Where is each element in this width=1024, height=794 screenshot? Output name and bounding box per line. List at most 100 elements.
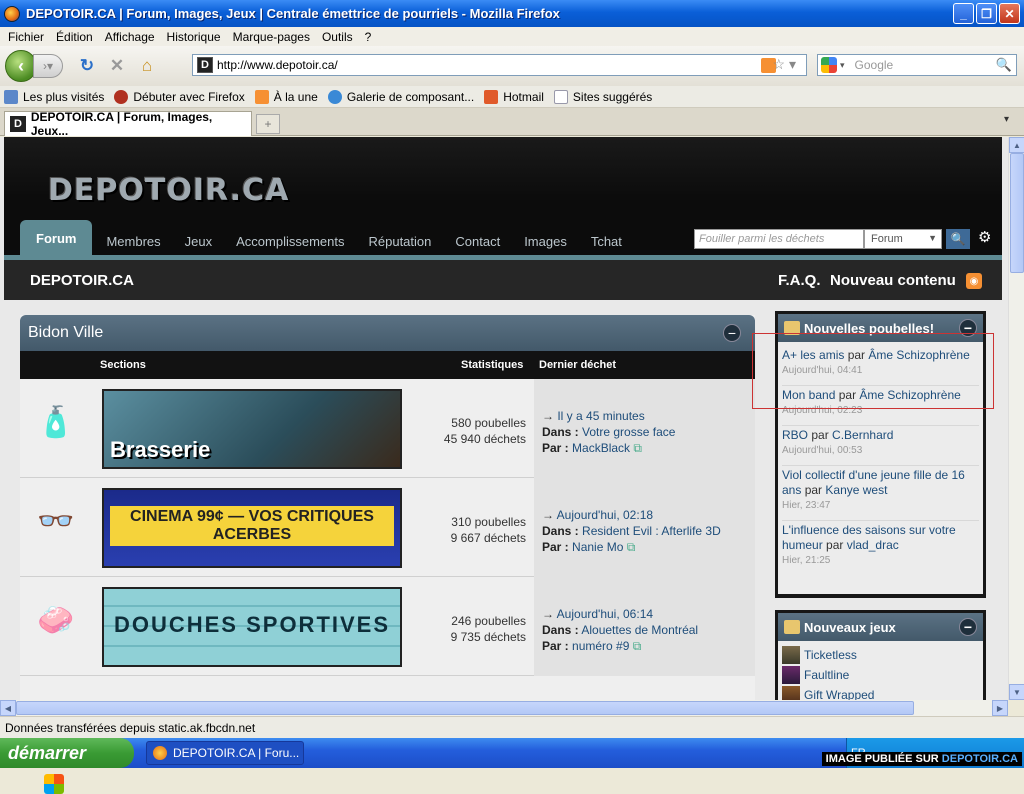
collapse-icon[interactable]: − [723,324,741,342]
nav-forum[interactable]: Forum [20,220,93,256]
list-item: L'influence des saisons sur votre humeur… [782,521,979,572]
forum-banner-douches[interactable]: DOUCHES SPORTIVES [102,587,402,667]
scroll-down-icon[interactable]: ▼ [1009,684,1024,700]
menu-outils[interactable]: Outils [322,30,353,44]
profile-link-icon[interactable]: ⧉ [633,639,642,653]
menu-fichier[interactable]: Fichier [8,30,44,44]
bookmark-star-icon[interactable]: ☆ ▾ [773,56,796,73]
close-button[interactable]: ✕ [999,3,1020,24]
stop-icon[interactable]: ✕ [107,56,127,76]
scroll-right-icon[interactable]: ▶ [992,700,1008,716]
vertical-scrollbar[interactable]: ▲ ▼ [1008,137,1024,700]
bookmark-galerie[interactable]: Galerie de composant... [327,89,474,104]
horizontal-scrollbar[interactable]: ◀ ▶ [0,700,1008,716]
magnifier-icon[interactable]: 🔍 [996,57,1012,73]
tab-list-icon[interactable]: ▾ [1004,114,1020,132]
last-post-topic[interactable]: Resident Evil : Afterlife 3D [582,524,721,538]
menu-historique[interactable]: Historique [167,30,221,44]
last-post-topic[interactable]: Votre grosse face [582,425,675,439]
google-icon[interactable] [821,57,837,73]
site-nav: Forum Membres Jeux Accomplissements Répu… [20,220,646,256]
sidebar-new-games: Nouveaux jeux − Ticketless Faultline Gif… [775,610,986,700]
game-name[interactable]: Faultline [804,668,849,682]
last-post-time[interactable]: Aujourd'hui, 02:18 [557,508,653,522]
nav-jeux[interactable]: Jeux [185,226,212,256]
last-post-time[interactable]: Il y a 45 minutes [557,409,644,423]
last-post-time[interactable]: Aujourd'hui, 06:14 [557,607,653,621]
scroll-thumb[interactable] [1010,153,1024,273]
author-link[interactable]: C.Bernhard [832,428,893,442]
profile-link-icon[interactable]: ⧉ [633,441,642,455]
home-icon[interactable]: ⌂ [137,56,157,76]
bookmark-hotmail[interactable]: Hotmail [484,89,544,104]
game-item[interactable]: Faultline [782,665,979,685]
tab-depotoir[interactable]: D DEPOTOIR.CA | Forum, Images, Jeux... [4,110,252,138]
folder-icon [4,89,18,104]
scroll-left-icon[interactable]: ◀ [0,700,16,716]
sidebar-title: Nouveaux jeux [804,619,896,635]
scroll-up-icon[interactable]: ▲ [1009,137,1024,153]
minimize-button[interactable]: _ [953,3,974,24]
game-name[interactable]: Gift Wrapped [804,688,874,700]
search-placeholder[interactable]: Google [855,58,894,72]
category-title[interactable]: Bidon Ville [28,324,103,342]
search-engine-dropdown-icon[interactable]: ▾ [840,60,845,71]
forum-banner-cinema[interactable]: CINEMA 99¢ — VOS CRITIQUES ACERBES [102,488,402,568]
profile-link-icon[interactable]: ⧉ [627,540,636,554]
bookmark-debuter[interactable]: Débuter avec Firefox [114,89,245,104]
search-scope-select[interactable]: Forum ▼ [864,229,942,249]
game-item[interactable]: Gift Wrapped [782,685,979,700]
game-thumbnail [782,686,800,700]
search-box[interactable]: ▾ Google 🔍 [817,54,1017,76]
nav-tchat[interactable]: Tchat [591,226,622,256]
faq-link[interactable]: F.A.Q. [778,272,821,289]
bookmark-label: Sites suggérés [572,89,653,104]
gear-icon[interactable]: ⚙ [978,228,991,246]
author-link[interactable]: Kanye west [825,483,887,497]
nav-membres[interactable]: Membres [106,226,160,256]
nav-images[interactable]: Images [524,226,567,256]
last-post-author[interactable]: Nanie Mo [572,540,623,554]
site-search-input[interactable]: Fouiller parmi les déchets [694,229,864,249]
topic-link[interactable]: RBO [782,428,808,442]
menu-affichage[interactable]: Affichage [105,30,155,44]
bookmark-les-plus-visites[interactable]: Les plus visités [4,89,104,104]
site-logo[interactable]: DEPOTOIR.CA [48,173,289,208]
scroll-thumb[interactable] [16,701,914,715]
start-button[interactable]: démarrer [0,738,134,794]
column-headers: Sections Statistiques Dernier déchet [20,351,755,379]
brand-title[interactable]: DEPOTOIR.CA [30,272,134,289]
site-search-button[interactable]: 🔍 [946,229,970,249]
game-name[interactable]: Ticketless [804,648,857,662]
last-post-topic[interactable]: Alouettes de Montréal [581,623,698,637]
nav-accomplissements[interactable]: Accomplissements [236,226,344,256]
window-titlebar: DEPOTOIR.CA | Forum, Images, Jeux | Cent… [0,0,1024,27]
bookmark-a-la-une[interactable]: À la une [254,89,318,104]
new-tab-button[interactable]: + [256,114,280,134]
taskbar-firefox-window[interactable]: DEPOTOIR.CA | Foru... [146,741,304,765]
menu-edition[interactable]: Édition [56,30,93,44]
forum-banner-brasserie[interactable]: Brasserie [102,389,402,469]
author-link[interactable]: vlad_drac [847,538,899,552]
menu-marque-pages[interactable]: Marque-pages [233,30,310,44]
forum-row: 🧴 Brasserie 580 poubelles 45 940 déchets … [20,379,755,478]
bookmark-sites-suggeres[interactable]: Sites suggérés [553,89,653,104]
game-item[interactable]: Ticketless [782,645,979,665]
last-post-author[interactable]: numéro #9 [572,639,629,653]
new-content-link[interactable]: Nouveau contenu [830,272,956,289]
site-header: DEPOTOIR.CA Forum Membres Jeux Accomplis… [4,137,1002,259]
nav-contact[interactable]: Contact [455,226,500,256]
maximize-button[interactable]: ❐ [976,3,997,24]
status-text: Données transférées depuis static.ak.fbc… [5,720,256,735]
collapse-icon[interactable]: − [959,618,977,636]
url-text[interactable]: http://www.depotoir.ca/ [217,58,338,72]
posts-count: 310 poubelles [451,515,526,529]
nav-reputation[interactable]: Réputation [368,226,431,256]
last-post-author[interactable]: MackBlack [572,441,630,455]
trash-icon [784,620,800,634]
reload-icon[interactable]: ↻ [77,56,97,76]
rss-icon[interactable]: ◉ [966,273,982,289]
forward-button[interactable]: ›▾ [33,54,63,78]
url-bar[interactable]: D http://www.depotoir.ca/ ☆ ▾ [192,54,807,76]
menu-help[interactable]: ? [365,30,372,44]
